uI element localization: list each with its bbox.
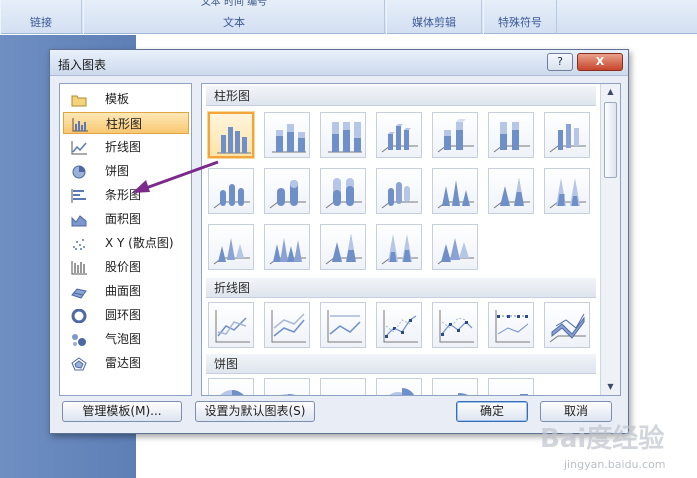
surface-chart-icon (71, 284, 87, 299)
ok-button[interactable]: 确定 (456, 401, 528, 422)
ribbon-group-media: 媒体剪辑 (386, 0, 482, 34)
chart-thumb-clustered-pyramid[interactable] (264, 224, 310, 270)
category-item[interactable]: 雷达图 (63, 352, 189, 374)
chart-thumb-3d-cone[interactable] (208, 224, 254, 270)
chart-thumb-percent-line-markers[interactable] (488, 302, 534, 348)
insert-chart-dialog: 插入图表 ? X 模板 柱形图 折线图 饼图 条形图 面积图 X Y (散点图)… (49, 49, 629, 434)
ribbon-group-label: 特殊符号 (498, 16, 542, 29)
pie-chart-icon (71, 164, 87, 179)
category-label: 股价图 (105, 260, 142, 274)
dialog-title: 插入图表 (58, 58, 107, 72)
doughnut-chart-icon (71, 308, 87, 324)
bar-chart-icon (71, 188, 87, 203)
chart-thumb-bar-of-pie[interactable] (488, 378, 534, 395)
category-item[interactable]: 曲面图 (63, 280, 189, 302)
category-label: 模板 (105, 92, 130, 106)
chart-thumb-percent-cone[interactable] (544, 168, 590, 214)
scatter-chart-icon (71, 236, 87, 250)
chart-thumb-percent-cylinder[interactable] (320, 168, 366, 214)
watermark-url: jingyan.baidu.com (564, 458, 666, 471)
ribbon-group-label: 文本 (223, 16, 245, 29)
section-header-line: 折线图 (206, 278, 596, 298)
chart-thumb-3d-column[interactable] (544, 112, 590, 158)
category-item[interactable]: 模板 (63, 88, 189, 110)
dialog-titlebar[interactable]: 插入图表 ? X (50, 50, 628, 76)
radar-chart-icon (71, 356, 87, 371)
chart-thumb-percent-pyramid[interactable] (376, 224, 422, 270)
column-chart-icon (72, 117, 88, 132)
chart-category-list: 模板 柱形图 折线图 饼图 条形图 面积图 X Y (散点图) 股价图 曲面图 … (59, 83, 192, 396)
chart-thumb-stacked-pyramid[interactable] (320, 224, 366, 270)
ribbon-cut-labels: 文本 时间 编号 (200, 0, 268, 6)
chart-thumb-pie[interactable] (208, 378, 254, 395)
ribbon-group-label: 媒体剪辑 (412, 16, 456, 29)
category-item[interactable]: 气泡图 (63, 328, 189, 350)
category-item[interactable]: 面积图 (63, 208, 189, 230)
folder-icon (71, 92, 87, 107)
category-label: 雷达图 (105, 356, 142, 370)
chart-thumb-clustered-column[interactable] (208, 112, 254, 158)
chart-thumb-percent-line[interactable] (320, 302, 366, 348)
section-header-column: 柱形图 (206, 86, 596, 106)
annotation-arrow-icon (132, 160, 219, 193)
ribbon: 链接 文本 时间 编号 文本 媒体剪辑 特殊符号 (0, 0, 697, 34)
chart-thumb-stacked-cylinder[interactable] (264, 168, 310, 214)
section-header-pie: 饼图 (206, 354, 596, 374)
category-label: 面积图 (105, 212, 142, 226)
category-label: 饼图 (105, 164, 130, 178)
ribbon-group-symbols: 特殊符号 (483, 0, 557, 34)
category-item[interactable]: 柱形图 (63, 112, 189, 134)
chart-thumb-3d-cylinder[interactable] (376, 168, 422, 214)
chart-thumb-stacked-line[interactable] (264, 302, 310, 348)
category-label: 气泡图 (105, 332, 142, 346)
category-label: 曲面图 (105, 284, 142, 298)
chart-thumb-3d-pie[interactable] (264, 378, 310, 395)
ribbon-group-text: 文本 时间 编号 文本 (83, 0, 385, 34)
category-item[interactable]: 圆环图 (63, 304, 189, 326)
chart-thumb-clustered-cone[interactable] (432, 168, 478, 214)
ribbon-group-label: 链接 (30, 16, 52, 29)
set-default-chart-button[interactable]: 设置为默认图表(S) (195, 401, 315, 422)
chart-thumb-3d-stacked-column[interactable] (432, 112, 478, 158)
chart-thumb-3d-clustered-column[interactable] (376, 112, 422, 158)
chart-thumb-3d-percent-column[interactable] (488, 112, 534, 158)
line-chart-icon (71, 140, 87, 155)
chart-thumb-stacked-column[interactable] (264, 112, 310, 158)
category-label: X Y (散点图) (105, 236, 174, 250)
category-label: 圆环图 (105, 308, 142, 322)
chart-type-gallery: 柱形图 折线图 饼图 ▲ ▼ (201, 83, 621, 396)
chart-thumb-stacked-line-markers[interactable] (432, 302, 478, 348)
watermark: Bai度经验 jingyan.baidu.com (540, 418, 690, 474)
watermark-brand: Bai度经验 (540, 424, 665, 454)
chart-thumb-3d-exploded-pie[interactable] (432, 378, 478, 395)
chart-thumb-3d-pyramid[interactable] (432, 224, 478, 270)
scroll-thumb[interactable] (604, 102, 617, 178)
chart-thumb-stacked-cone[interactable] (488, 168, 534, 214)
help-button[interactable]: ? (547, 53, 573, 71)
chart-thumb-line[interactable] (208, 302, 254, 348)
manage-templates-button[interactable]: 管理模板(M)... (62, 401, 182, 422)
category-item[interactable]: 折线图 (63, 136, 189, 158)
category-label: 柱形图 (106, 117, 143, 131)
bubble-chart-icon (71, 332, 87, 346)
close-button[interactable]: X (577, 53, 623, 71)
chart-thumb-line-markers[interactable] (376, 302, 422, 348)
scroll-up-icon[interactable]: ▲ (601, 84, 620, 100)
chart-thumb-pie-of-pie[interactable] (320, 378, 366, 395)
stock-chart-icon (71, 260, 87, 275)
area-chart-icon (71, 212, 87, 227)
gallery-scrollbar[interactable]: ▲ ▼ (600, 84, 620, 395)
category-item[interactable]: X Y (散点图) (63, 232, 189, 254)
category-item[interactable]: 股价图 (63, 256, 189, 278)
chart-thumb-percent-stacked-column[interactable] (320, 112, 366, 158)
category-label: 折线图 (105, 140, 142, 154)
chart-thumb-exploded-pie[interactable] (376, 378, 422, 395)
ribbon-group-links: 链接 (0, 0, 82, 34)
chart-thumb-3d-line[interactable] (544, 302, 590, 348)
scroll-down-icon[interactable]: ▼ (601, 379, 620, 395)
